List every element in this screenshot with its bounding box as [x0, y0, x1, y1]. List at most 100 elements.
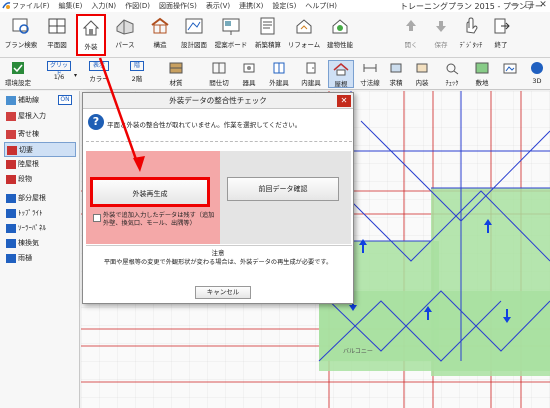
- performance-icon: [332, 19, 348, 34]
- ridge-vent-icon: [6, 239, 16, 248]
- fixture-button[interactable]: 器具: [236, 60, 262, 88]
- regenerate-exterior-button[interactable]: 外装再生成: [90, 177, 210, 207]
- menu-file[interactable]: ファイル(F): [12, 1, 50, 11]
- open-icon: [406, 20, 416, 31]
- design-drawing-icon: [185, 18, 203, 34]
- exterior-icon: [82, 20, 100, 36]
- digitouch-button[interactable]: ﾃﾞｼﾞﾀｯﾁ: [456, 14, 486, 56]
- solar-panel-item[interactable]: ｿｰﾗｰﾊﾟﾈﾙ: [4, 221, 76, 236]
- settings-icon: [12, 62, 24, 74]
- exterior-button[interactable]: 外装: [76, 14, 106, 56]
- toplight-item[interactable]: ﾄｯﾌﾟﾗｲﾄ: [4, 206, 76, 221]
- 3d-button[interactable]: 3D: [526, 60, 548, 88]
- site-icon: [475, 62, 489, 74]
- design-drawing-button[interactable]: 設計図面: [178, 14, 210, 56]
- display-selector[interactable]: 表示 カラー: [84, 60, 114, 88]
- reform-button[interactable]: リフォーム: [286, 14, 322, 56]
- check-icon: [446, 63, 459, 75]
- outlook-button[interactable]: [498, 60, 522, 88]
- floor-plan-button[interactable]: 平面図: [41, 14, 73, 56]
- new-estimate-button[interactable]: 新築積算: [250, 14, 286, 56]
- grid-dropdown-icon[interactable]: ▾: [74, 72, 77, 79]
- menu-view[interactable]: 表示(V): [206, 1, 230, 11]
- aux-line-toggle[interactable]: 補助線 ON: [4, 93, 76, 108]
- plan-search-icon: [12, 18, 29, 34]
- gable-roof-icon: [7, 146, 17, 155]
- outlook-icon: [503, 63, 517, 74]
- secondary-toolbar: 環境設定 グリッド 1/6 ▾ 表示 カラー 階 2階 材質 間仕切 器具 外建…: [0, 58, 550, 90]
- minimize-button[interactable]: —: [508, 0, 522, 11]
- interior-fitting-icon: [306, 62, 316, 74]
- display-value: カラー: [89, 75, 109, 83]
- app-logo-icon: [2, 2, 11, 9]
- grid-selector[interactable]: グリッド 1/6: [46, 60, 72, 88]
- interior-icon: [416, 63, 428, 73]
- floor-label: 階: [130, 61, 144, 71]
- material-button[interactable]: 材質: [162, 60, 190, 88]
- close-window-button[interactable]: ✕: [536, 0, 550, 11]
- keep-added-data-label: 外装で追加入力したデータは残す（追加外壁、換気口、モール、出隅等）: [103, 212, 215, 227]
- proposal-board-button[interactable]: 提案ボード: [212, 14, 250, 56]
- grid-value: 1/6: [53, 73, 65, 81]
- gutter-item[interactable]: 雨樋: [4, 251, 76, 266]
- maximize-button[interactable]: □: [522, 0, 536, 11]
- plan-search-button[interactable]: プラン検索: [3, 14, 39, 56]
- info-icon: ?: [88, 114, 104, 130]
- roof-tool-panel: 補助線 ON 屋根入力 寄せ棟 切妻 陸屋根 段物 部分屋根 ﾄｯﾌﾟﾗｲﾄ ｿ…: [0, 91, 80, 408]
- structure-button[interactable]: 構造: [145, 14, 175, 56]
- hip-roof-item[interactable]: 寄せ棟: [4, 127, 76, 142]
- perspective-button[interactable]: パース: [110, 14, 140, 56]
- menu-draw[interactable]: 作図(D): [125, 1, 150, 11]
- gable-roof-item[interactable]: 切妻: [4, 142, 76, 157]
- check-button[interactable]: ﾁｪｯｸ: [440, 60, 464, 88]
- roof-button[interactable]: 屋根: [328, 60, 354, 88]
- dialog-close-icon[interactable]: ✕: [337, 95, 351, 107]
- reform-icon: [296, 19, 312, 34]
- menu-settings[interactable]: 設定(S): [272, 1, 296, 11]
- environment-settings-button[interactable]: 環境設定: [2, 60, 34, 88]
- estimate-icon: [260, 17, 275, 35]
- interior-button[interactable]: 内装: [410, 60, 434, 88]
- dialog-title: 外装データの整合性チェック: [83, 93, 353, 109]
- menu-input[interactable]: 入力(N): [91, 1, 116, 11]
- roof-input-button[interactable]: 屋根入力: [4, 109, 76, 124]
- toplight-icon: [6, 209, 16, 218]
- note-text: 平面や屋根等の変更で外観形状が変わる場合は、外装データの再生成が必要です。: [103, 259, 333, 266]
- check-previous-data-button[interactable]: 前回データ確認: [227, 177, 339, 201]
- fixture-icon: [243, 63, 255, 73]
- save-button[interactable]: 保存: [428, 14, 454, 56]
- floor-value: 2階: [131, 75, 143, 83]
- cancel-button[interactable]: キャンセル: [195, 286, 251, 299]
- open-button[interactable]: 開く: [398, 14, 424, 56]
- floor-selector[interactable]: 階 2階: [124, 60, 150, 88]
- aux-line-icon: [6, 96, 16, 105]
- perspective-icon: [116, 19, 134, 35]
- ridge-vent-item[interactable]: 棟換気: [4, 236, 76, 251]
- menu-edit[interactable]: 編集(E): [59, 1, 83, 11]
- site-button[interactable]: 敷地: [470, 60, 494, 88]
- floor-plan-icon: [48, 18, 66, 34]
- digitouch-icon: [466, 17, 478, 34]
- exterior-fitting-icon: [273, 62, 285, 74]
- flat-roof-item[interactable]: 陸屋根: [4, 157, 76, 172]
- partition-button[interactable]: 間仕切: [205, 60, 233, 88]
- exterior-fitting-button[interactable]: 外建具: [264, 60, 294, 88]
- proposal-board-icon: [222, 18, 240, 35]
- aux-line-on-badge[interactable]: ON: [58, 95, 72, 105]
- building-performance-button[interactable]: 建物性能: [322, 14, 358, 56]
- exit-button[interactable]: 終了: [488, 14, 514, 56]
- area-calc-button[interactable]: 求積: [384, 60, 408, 88]
- partial-roof-item[interactable]: 部分屋根: [4, 191, 76, 206]
- dimension-line-button[interactable]: 寸法線: [356, 60, 384, 88]
- interior-fitting-button[interactable]: 内建具: [296, 60, 326, 88]
- keep-added-data-checkbox[interactable]: [93, 214, 101, 222]
- menu-link[interactable]: 連携(X): [239, 1, 263, 11]
- structure-icon: [151, 17, 169, 34]
- stepped-roof-item[interactable]: 段物: [4, 172, 76, 187]
- 3d-icon: [531, 62, 543, 74]
- solar-panel-icon: [6, 224, 16, 233]
- roof-icon: [333, 63, 349, 76]
- note-title: 注意: [211, 249, 225, 257]
- menu-help[interactable]: ヘルプ(H): [305, 1, 337, 11]
- menu-drawing-ops[interactable]: 図面操作(S): [159, 1, 197, 11]
